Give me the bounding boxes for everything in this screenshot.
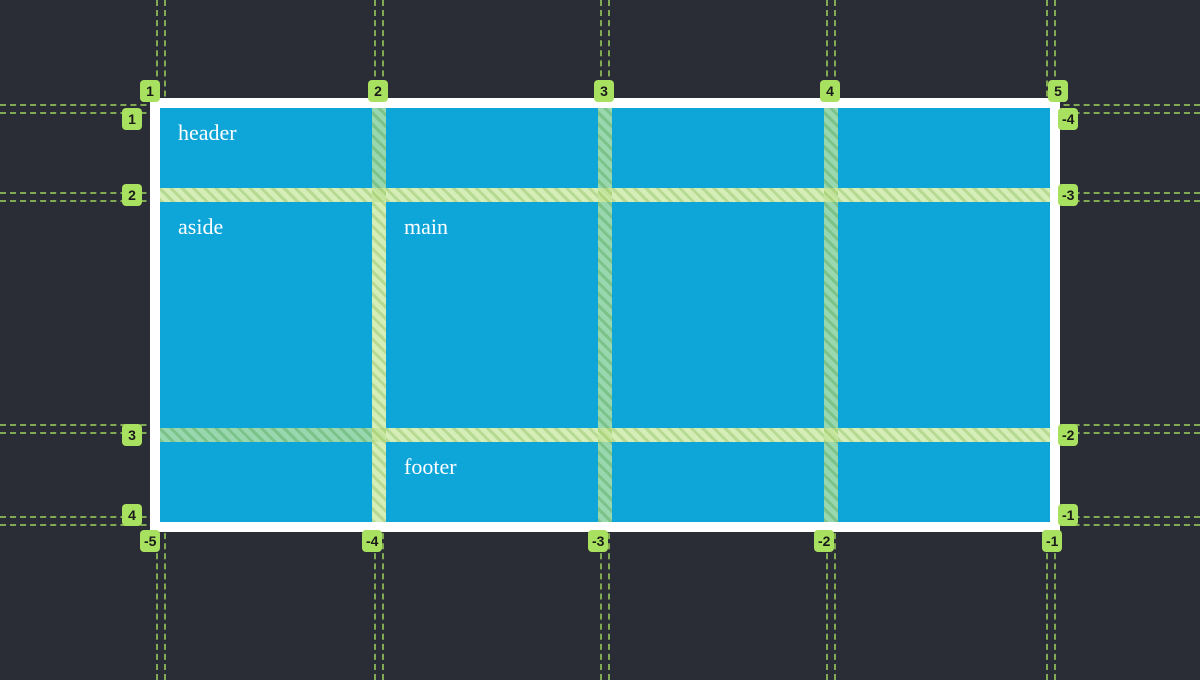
col-num-bot-2: -4 [362,530,382,552]
css-grid: header aside main footer [160,108,1050,522]
area-main: main [386,202,1050,428]
area-main-label: main [404,214,448,239]
col-num-bot-3: -3 [588,530,608,552]
area-aside-label: aside [178,214,223,239]
area-footer: footer [386,442,1050,522]
col-num-bot-5: -1 [1042,530,1062,552]
col-num-bot-1: -5 [140,530,160,552]
grid-container: header aside main footer [150,98,1060,532]
row-num-right-1: -4 [1058,108,1078,130]
row-num-left-1: 1 [122,108,142,130]
row-num-right-3: -2 [1058,424,1078,446]
diagram-stage: header aside main footer 1 2 3 4 5 -5 -4… [0,0,1200,680]
col-num-top-1: 1 [140,80,160,102]
row-num-left-4: 4 [122,504,142,526]
row-num-right-4: -1 [1058,504,1078,526]
col-num-top-3: 3 [594,80,614,102]
col-num-top-2: 2 [368,80,388,102]
row-num-right-2: -3 [1058,184,1078,206]
area-aside: aside [160,202,372,522]
col-num-top-4: 4 [820,80,840,102]
area-header-label: header [178,120,237,145]
col-num-bot-4: -2 [814,530,834,552]
col-num-top-5: 5 [1048,80,1068,102]
row-num-left-3: 3 [122,424,142,446]
area-header: header [160,108,1050,188]
area-footer-label: footer [404,454,457,479]
row-num-left-2: 2 [122,184,142,206]
